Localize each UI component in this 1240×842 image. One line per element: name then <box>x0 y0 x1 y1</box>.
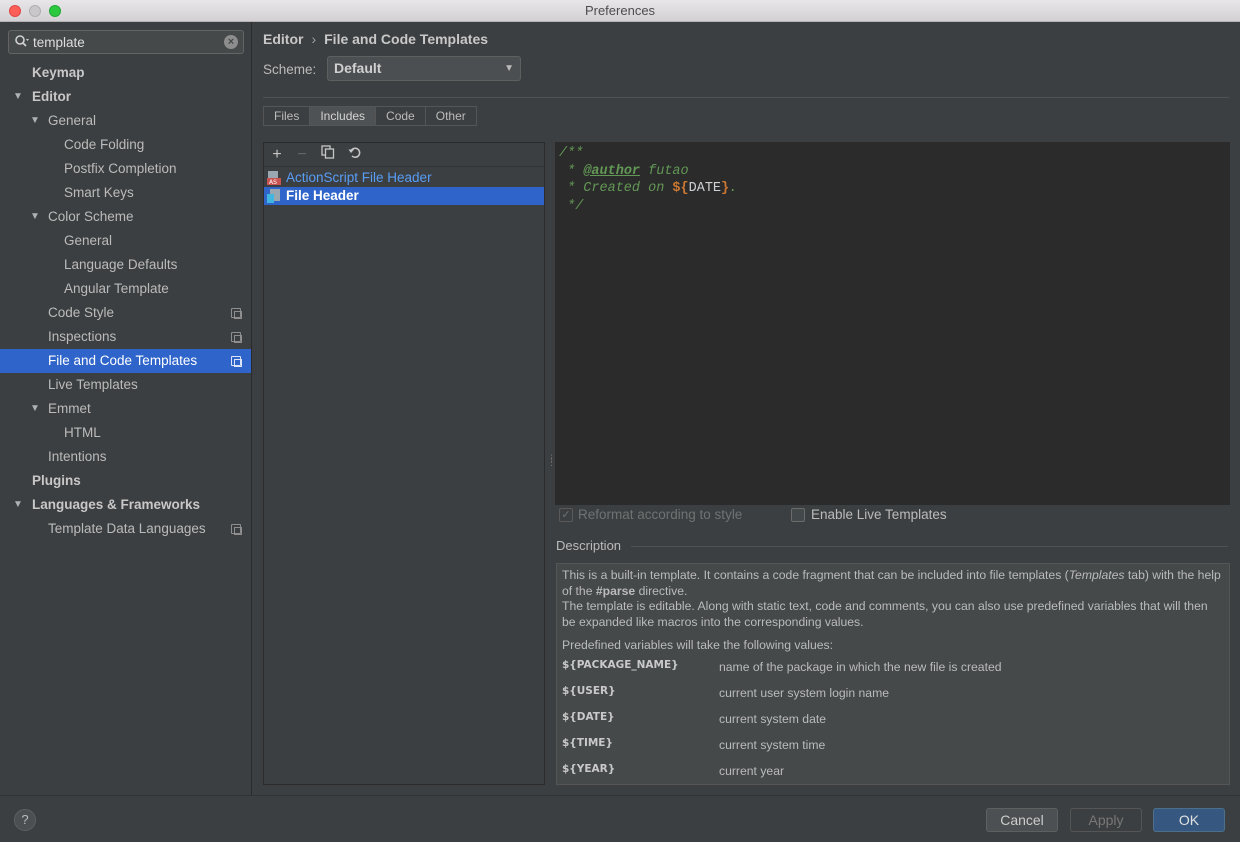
variable-row: ${TIME} current system time <box>562 736 826 752</box>
svg-text:AS: AS <box>269 179 277 185</box>
live-templates-label: Enable Live Templates <box>811 507 947 522</box>
remove-icon[interactable]: − <box>292 145 312 165</box>
description-paragraph: The template is editable. Along with sta… <box>562 599 1208 629</box>
dialog-button-bar: ? Cancel Apply OK <box>0 795 1240 842</box>
project-scope-icon <box>231 332 242 343</box>
search-input[interactable] <box>33 33 223 51</box>
tab-includes[interactable]: Includes <box>310 106 377 126</box>
variable-row: ${YEAR} current year <box>562 762 785 778</box>
chevron-down-icon: ▼ <box>504 63 514 74</box>
settings-sidebar: × Keymap ▼Editor ▼General Code Folding P… <box>0 22 252 795</box>
tab-files[interactable]: Files <box>263 106 311 126</box>
sidebar-item-file-and-code-templates[interactable]: File and Code Templates <box>0 349 251 373</box>
divider <box>631 546 1228 547</box>
sidebar-item-color-general[interactable]: General <box>0 229 251 253</box>
sidebar-item-intentions[interactable]: Intentions <box>0 445 251 469</box>
breadcrumb-separator: › <box>311 31 317 47</box>
variables-table: ${PACKAGE_NAME} name of the package in wh… <box>562 658 1224 785</box>
variable-row: ${DATE} current system date <box>562 710 827 726</box>
help-button[interactable]: ? <box>14 809 36 831</box>
maximize-window-button[interactable] <box>49 5 61 17</box>
code-line: * @author futao <box>559 163 689 179</box>
apply-button[interactable]: Apply <box>1070 808 1142 832</box>
breadcrumb-current: File and Code Templates <box>324 31 489 47</box>
project-scope-icon <box>231 356 242 367</box>
project-scope-icon <box>231 524 242 535</box>
expand-arrow-icon[interactable]: ▼ <box>30 109 40 133</box>
scheme-dropdown[interactable]: Default ▼ <box>327 56 521 81</box>
sidebar-item-languages-frameworks[interactable]: ▼ Languages & Frameworks <box>0 493 251 517</box>
cancel-button[interactable]: Cancel <box>986 808 1058 832</box>
template-list-panel: + − AS ActionScript File Header File Hea… <box>263 142 545 785</box>
expand-arrow-icon[interactable]: ▼ <box>30 205 40 229</box>
template-list: AS ActionScript File Header File Header <box>264 169 544 205</box>
code-line: * Created on ${DATE}. <box>559 181 738 196</box>
sidebar-item-template-data-languages[interactable]: Template Data Languages <box>0 517 251 541</box>
expand-arrow-icon[interactable]: ▼ <box>30 397 40 421</box>
sidebar-item-general[interactable]: ▼ General <box>0 109 251 133</box>
search-icon <box>14 34 30 53</box>
divider <box>263 97 1229 98</box>
breadcrumb: Editor › File and Code Templates <box>263 31 488 47</box>
template-toolbar: + − <box>264 143 544 167</box>
settings-tree: Keymap ▼ Editor ▼ General Code Folding Pos… <box>0 61 251 541</box>
tab-code[interactable]: Code <box>376 106 426 126</box>
search-box[interactable]: × <box>8 30 244 54</box>
sidebar-item-plugins[interactable]: Plugins <box>0 469 251 493</box>
sidebar-item-code-folding[interactable]: Code Folding <box>0 133 251 157</box>
sidebar-item-live-templates[interactable]: Live Templates <box>0 373 251 397</box>
file-header-icon <box>267 189 281 203</box>
sidebar-item-code-style[interactable]: Code Style <box>0 301 251 325</box>
tab-other[interactable]: Other <box>425 106 477 126</box>
description-title: Description <box>556 538 622 553</box>
actionscript-file-icon: AS <box>267 171 281 186</box>
sidebar-item-keymap[interactable]: Keymap <box>0 61 251 85</box>
sidebar-item-html[interactable]: HTML <box>0 421 251 445</box>
title-bar: Preferences <box>0 0 1240 22</box>
expand-arrow-icon[interactable]: ▼ <box>13 85 23 109</box>
expand-arrow-icon[interactable]: ▼ <box>13 493 23 517</box>
breadcrumb-parent: Editor <box>263 31 304 47</box>
project-scope-icon <box>231 308 242 319</box>
description-paragraph: This is a built-in template. It contains… <box>562 568 1221 598</box>
scheme-label: Scheme: <box>263 62 317 77</box>
variable-row: ${PACKAGE_NAME} name of the package in wh… <box>562 658 1002 674</box>
window-title: Preferences <box>584 3 656 18</box>
variable-row: ${USER} current user system login name <box>562 684 890 700</box>
description-paragraph: Predefined variables will take the follo… <box>562 638 833 652</box>
reformat-checkbox[interactable]: ✓ <box>559 508 573 522</box>
description-panel: This is a built-in template. It contains… <box>556 563 1230 785</box>
sidebar-item-postfix-completion[interactable]: Postfix Completion <box>0 157 251 181</box>
ok-button[interactable]: OK <box>1153 808 1225 832</box>
main-panel: Editor › File and Code Templates Scheme: D… <box>253 22 1240 795</box>
list-item-actionscript-file-header[interactable]: AS ActionScript File Header <box>264 169 544 187</box>
sidebar-item-language-defaults[interactable]: Language Defaults <box>0 253 251 277</box>
template-code-editor[interactable]: /** * @author futao * Created on ${DATE}… <box>555 142 1230 505</box>
live-templates-checkbox[interactable] <box>791 508 805 522</box>
add-icon[interactable]: + <box>267 145 287 165</box>
sidebar-item-inspections[interactable]: Inspections <box>0 325 251 349</box>
sidebar-item-emmet[interactable]: ▼ Emmet <box>0 397 251 421</box>
minimize-window-button[interactable] <box>29 5 41 17</box>
reformat-label: Reformat according to style <box>578 507 743 522</box>
sidebar-item-editor[interactable]: ▼ Editor <box>0 85 251 109</box>
sidebar-item-angular-template[interactable]: Angular Template <box>0 277 251 301</box>
scheme-value: Default <box>334 60 382 76</box>
copy-icon[interactable] <box>318 145 338 165</box>
sidebar-item-smart-keys[interactable]: Smart Keys <box>0 181 251 205</box>
close-window-button[interactable] <box>9 5 21 17</box>
sidebar-item-color-scheme[interactable]: ▼ Color Scheme <box>0 205 251 229</box>
template-tabs: Files Includes Code Other <box>263 106 477 126</box>
code-line: /** <box>559 146 584 161</box>
code-line: */ <box>559 198 584 214</box>
list-item-file-header[interactable]: File Header <box>264 187 544 205</box>
reset-icon[interactable] <box>345 145 365 165</box>
splitter-handle[interactable]: ⋮ ⋮ <box>547 454 556 470</box>
clear-search-icon[interactable]: × <box>224 35 238 49</box>
